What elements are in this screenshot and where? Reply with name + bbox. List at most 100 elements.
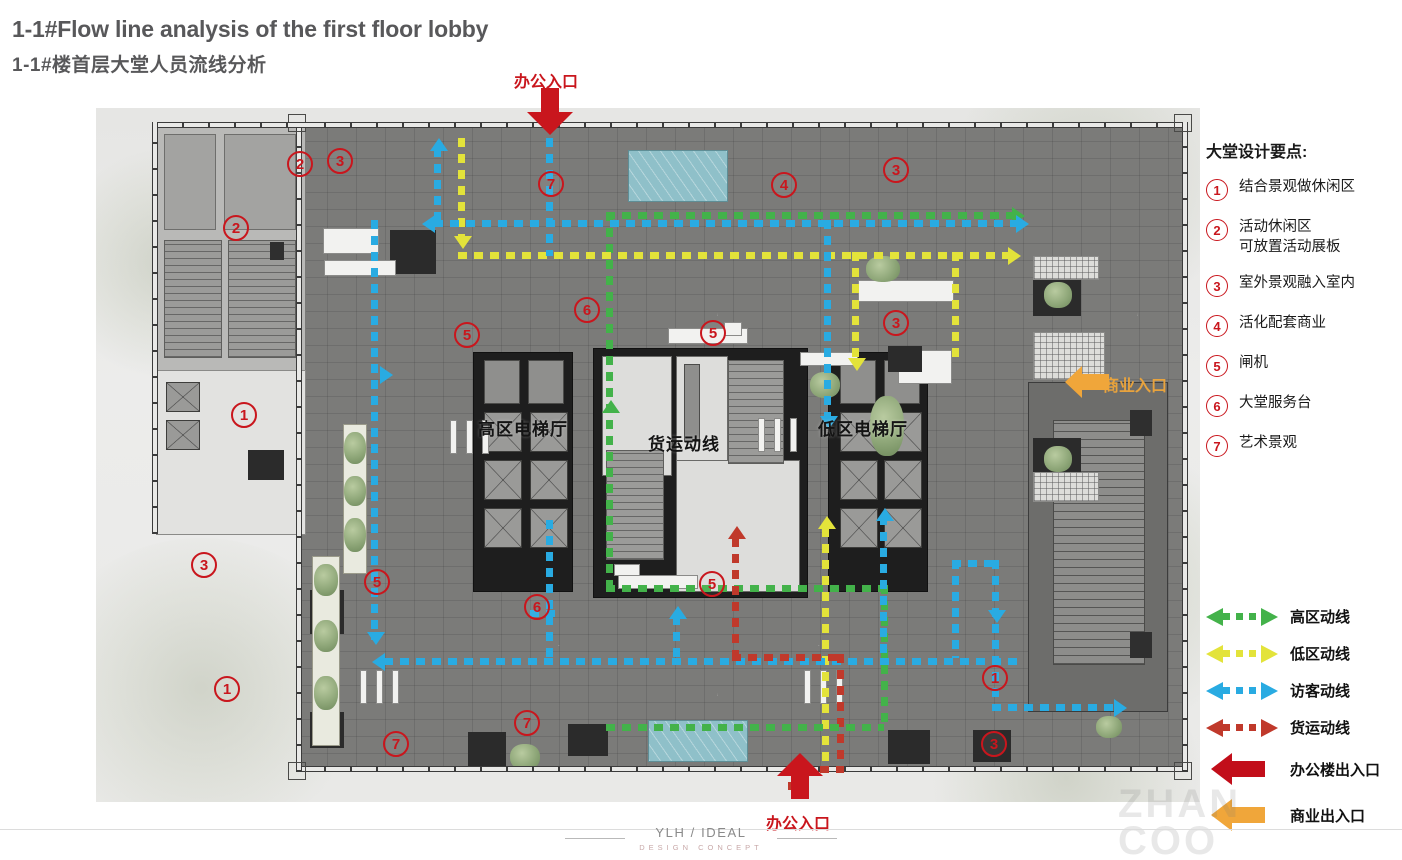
plan-marker-4: 4	[771, 172, 797, 198]
plant	[344, 476, 366, 506]
turnstile	[804, 670, 811, 704]
flow-arrow-green	[602, 400, 620, 413]
flow-visitor-blue	[384, 658, 1024, 665]
flow-freight-red	[837, 654, 844, 772]
retail-block	[888, 346, 922, 372]
plan-marker-3: 3	[883, 310, 909, 336]
floor-plan-image: 高区电梯厅 货运动线 低区电梯厅 23274336551355611773	[96, 108, 1200, 802]
plant	[344, 518, 366, 552]
turnstile	[360, 670, 367, 704]
flow-freight-red	[732, 538, 739, 660]
retail-block	[468, 732, 506, 768]
plan-marker-6: 6	[574, 297, 600, 323]
flow-arrow-blue	[367, 632, 385, 645]
flow-low-yellow	[952, 252, 959, 362]
office-entrance-arrow-down-icon	[527, 88, 573, 135]
page-title-cn: 1-1#楼首层大堂人员流线分析	[12, 55, 267, 76]
design-point-number-2: 2	[1206, 219, 1228, 241]
plant	[866, 256, 900, 282]
design-point-row-1: 1 结合景观做休闲区	[1206, 178, 1396, 201]
design-point-number-7: 7	[1206, 435, 1228, 458]
turnstile	[466, 420, 473, 454]
flow-arrow-blue	[372, 653, 385, 671]
core-room	[484, 360, 520, 404]
flow-arrow-yellow	[454, 236, 472, 249]
plan-label-low-lift-lobby: 低区电梯厅	[818, 420, 908, 439]
turnstile	[758, 418, 765, 452]
retail-unit	[1033, 256, 1099, 280]
retail-block	[888, 730, 930, 764]
flow-legend-row: 货运动线	[1206, 709, 1401, 746]
flow-high-green	[606, 585, 888, 592]
design-point-text-7: 艺术景观	[1239, 435, 1297, 452]
entrance-legend-label: 办公楼出入口	[1290, 761, 1381, 779]
retail-block	[568, 724, 608, 756]
plant	[314, 620, 338, 652]
turnstile	[450, 420, 457, 454]
flow-legend-label: 高区动线	[1290, 609, 1351, 626]
grid-corner	[1174, 762, 1192, 780]
turnstile	[774, 418, 781, 452]
turnstile	[392, 670, 399, 704]
design-point-row-4: 4 活化配套商业	[1206, 314, 1396, 338]
flow-visitor-blue	[434, 148, 441, 222]
wing-stair	[164, 240, 222, 358]
perimeter-wall-bottom	[298, 766, 1188, 772]
flow-arrow-blue	[988, 610, 1006, 623]
flow-arrow-blue	[876, 508, 894, 521]
design-point-text-1: 结合景观做休闲区	[1239, 179, 1355, 195]
flow-high-green	[606, 724, 884, 731]
flow-legend-lines: 高区动线低区动线访客动线货运动线	[1206, 598, 1401, 746]
double-arrow-icon	[1206, 607, 1278, 626]
left-arrow-solid-icon	[1206, 752, 1278, 786]
water-feature	[628, 150, 728, 202]
plant	[314, 676, 338, 710]
plan-marker-5: 5	[454, 322, 480, 348]
core-stair	[606, 450, 664, 560]
flow-legend-label: 低区动线	[1290, 646, 1351, 663]
plan-marker-1: 1	[214, 676, 240, 702]
plan-marker-5: 5	[699, 571, 725, 597]
plan-marker-1: 1	[231, 402, 257, 428]
flow-low-yellow	[852, 252, 859, 360]
slide-root: 1-1#Flow line analysis of the first floo…	[0, 0, 1402, 860]
lift-symbol	[484, 460, 522, 500]
core-room	[528, 360, 564, 404]
design-point-row-3: 3 室外景观融入室内	[1206, 274, 1396, 298]
turnstile	[376, 670, 383, 704]
lift-symbol	[840, 508, 878, 548]
desk-unit	[614, 564, 640, 576]
plan-label-freight-route: 货运动线	[648, 435, 720, 454]
design-point-text-4: 活化配套商业	[1239, 315, 1326, 332]
flow-visitor-blue	[434, 220, 1020, 227]
lift-symbol	[484, 508, 522, 548]
grid-corner	[288, 762, 306, 780]
footer-brand: YLH / IDEAL	[655, 825, 747, 840]
lift-symbol	[884, 460, 922, 500]
wing-wall-left	[152, 122, 158, 534]
grid-corner	[1174, 114, 1192, 132]
lift-symbol	[840, 460, 878, 500]
page-title-en: 1-1#Flow line analysis of the first floo…	[12, 16, 489, 42]
flow-legend-row: 低区动线	[1206, 635, 1401, 672]
design-point-number-3: 3	[1206, 275, 1228, 298]
entrance-legend-label: 商业出入口	[1290, 807, 1366, 825]
plant	[1096, 716, 1122, 738]
flow-freight-red	[732, 654, 844, 661]
design-point-number-1: 1	[1206, 179, 1228, 201]
perimeter-wall-right	[1182, 122, 1188, 772]
flow-arrow-yellow	[848, 358, 866, 371]
flow-legend-label: 货运动线	[1290, 720, 1351, 737]
flow-visitor-blue	[546, 138, 553, 256]
plan-marker-5: 5	[700, 320, 726, 346]
plant	[314, 564, 338, 596]
design-points-panel: 大堂设计要点: 1 结合景观做休闲区 2 活动休闲区 可放置活动展板 3 室外景观融入室内 4…	[1206, 138, 1396, 474]
design-point-text-6: 大堂服务台	[1239, 395, 1312, 412]
footer-rule-left	[565, 838, 626, 839]
entrance-label-commercial: 商业入口	[1103, 378, 1168, 395]
desk-unit	[724, 322, 742, 336]
office-entrance-arrow-up-icon	[777, 753, 823, 799]
commercial-entrance-arrow-left-icon	[1065, 366, 1109, 398]
plant	[1044, 282, 1072, 308]
flow-legend-label: 访客动线	[1290, 683, 1351, 700]
